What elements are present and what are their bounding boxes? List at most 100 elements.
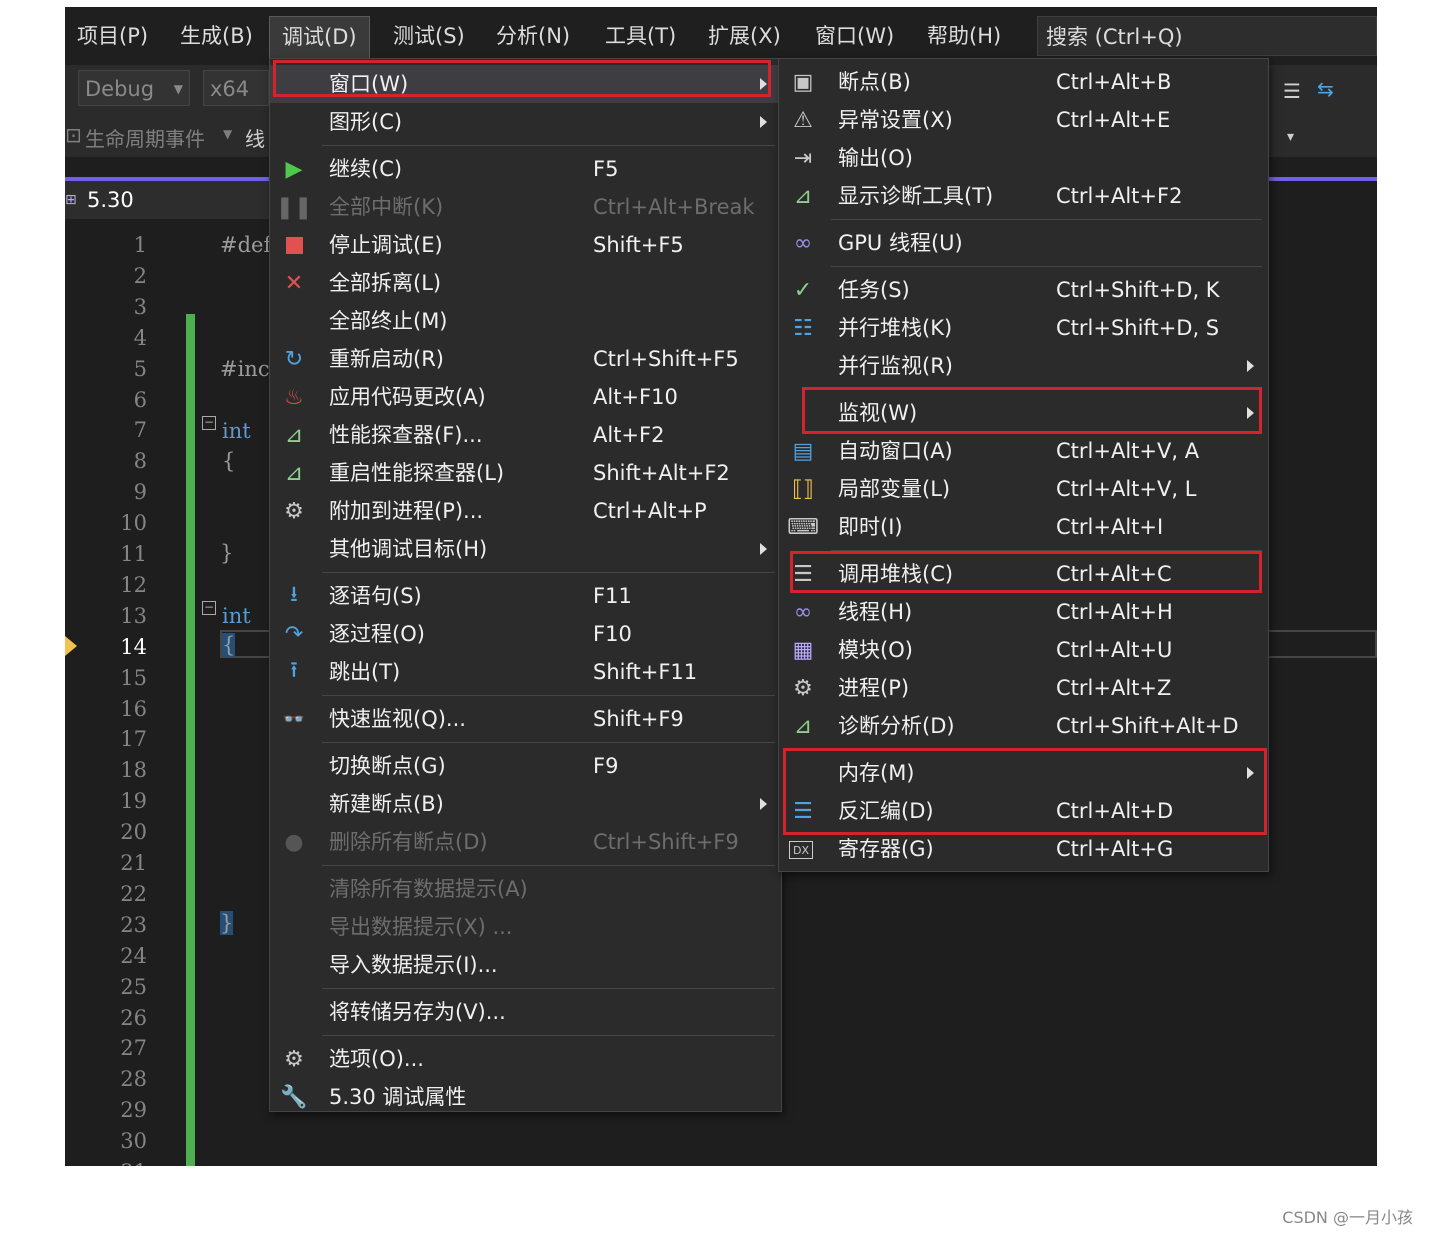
debug-menu-item[interactable]: 导出数据提示(X) ... xyxy=(270,908,781,946)
line-number: 13 xyxy=(120,603,147,628)
debug-menu-item[interactable]: ⊿ 性能探查器(F)... Alt+F2 xyxy=(270,416,781,454)
menu-item-label: 监视(W) xyxy=(838,401,918,425)
window-menu-item[interactable]: ⌨ 即时(I) Ctrl+Alt+I xyxy=(779,508,1268,546)
menu-item-label: 应用代码更改(A) xyxy=(329,385,486,409)
debug-menu-item[interactable]: ▶ 继续(C) F5 xyxy=(270,150,781,188)
debug-menu-item[interactable]: ⭳ 逐语句(S) F11 xyxy=(270,577,781,615)
line-number: 14 xyxy=(120,634,147,659)
outdent-icon[interactable]: ⇆ xyxy=(1317,77,1334,101)
project-icon: ⊞ xyxy=(65,192,77,208)
debug-menu-item[interactable]: ↷ 逐过程(O) F10 xyxy=(270,615,781,653)
debug-menu-item[interactable]: ⚙ 附加到进程(P)... Ctrl+Alt+P xyxy=(270,492,781,530)
debug-menu-item[interactable]: ⭱ 跳出(T) Shift+F11 xyxy=(270,653,781,691)
overflow-icon[interactable]: ▾ xyxy=(1287,129,1294,145)
menu-item-label: 逐过程(O) xyxy=(329,622,425,646)
lifecycle-dropdown[interactable]: 生命周期事件 xyxy=(85,123,205,152)
indent-icon[interactable]: ☰ xyxy=(1283,79,1301,103)
window-menu-item[interactable]: ☰ 反汇编(D) Ctrl+Alt+D xyxy=(779,792,1268,830)
menu-test[interactable]: 测试(S) xyxy=(393,16,465,56)
window-menu-item[interactable]: ∞ GPU 线程(U) xyxy=(779,224,1268,262)
window-menu-item[interactable]: ✓ 任务(S) Ctrl+Shift+D, K xyxy=(779,271,1268,309)
menu-item-label: 全部中断(K) xyxy=(329,195,444,219)
menu-tools[interactable]: 工具(T) xyxy=(605,16,676,56)
search-box[interactable]: 搜索 (Ctrl+Q) xyxy=(1037,16,1377,56)
line-number: 6 xyxy=(133,387,147,412)
debug-menu-item[interactable]: 图形(C) xyxy=(270,103,781,141)
line-number: 22 xyxy=(120,881,147,906)
window-menu-item[interactable]: ⚠ 异常设置(X) Ctrl+Alt+E xyxy=(779,101,1268,139)
platform-dropdown[interactable]: x64 xyxy=(203,70,269,106)
code-line-23: } xyxy=(220,911,234,935)
line-number: 4 xyxy=(133,325,147,350)
debug-menu-item[interactable]: 👓 快速监视(Q)... Shift+F9 xyxy=(270,700,781,738)
menu-item-label: 任务(S) xyxy=(838,278,910,302)
menu-item-label: 进程(P) xyxy=(838,676,910,700)
debug-menu-item[interactable]: 切换断点(G) F9 xyxy=(270,747,781,785)
menu-item-shortcut: Alt+F2 xyxy=(593,423,665,447)
document-tab[interactable]: ⊞ 5.30 xyxy=(65,181,275,219)
thread-dropdown[interactable]: 线 xyxy=(245,123,265,152)
menu-window[interactable]: 窗口(W) xyxy=(815,16,894,56)
menu-item-label: 导入数据提示(I)... xyxy=(329,953,498,977)
debug-menu-item[interactable]: 窗口(W) xyxy=(270,65,781,103)
debug-menu-item[interactable]: 其他调试目标(H) xyxy=(270,530,781,568)
close-icon: ✕ xyxy=(284,270,304,296)
execution-pointer-icon xyxy=(65,636,77,656)
window-menu-item[interactable]: ∞ 线程(H) Ctrl+Alt+H xyxy=(779,593,1268,631)
window-menu-item[interactable]: ▦ 模块(O) Ctrl+Alt+U xyxy=(779,631,1268,669)
config-dropdown[interactable]: Debug ▼ xyxy=(78,70,190,106)
window-menu-item[interactable]: ⟦⟧ 局部变量(L) Ctrl+Alt+V, L xyxy=(779,470,1268,508)
debug-menu-item[interactable]: 全部终止(M) xyxy=(270,302,781,340)
window-menu-item[interactable]: ⚙ 进程(P) Ctrl+Alt+Z xyxy=(779,669,1268,707)
debug-menu-item[interactable]: 🔧 5.30 调试属性 xyxy=(270,1078,781,1116)
menu-item-shortcut: F5 xyxy=(593,157,619,181)
gears-icon: ⚙ xyxy=(793,675,813,701)
fold-toggle[interactable]: − xyxy=(202,601,216,615)
menu-item-label: 停止调试(E) xyxy=(329,233,443,257)
menu-item-shortcut: Ctrl+Alt+B xyxy=(1056,70,1172,94)
menu-project[interactable]: 项目(P) xyxy=(77,16,148,56)
menu-help[interactable]: 帮助(H) xyxy=(927,16,1001,56)
debug-menu-item[interactable]: ❚❚ 全部中断(K) Ctrl+Alt+Break xyxy=(270,188,781,226)
debug-menu-item[interactable]: 停止调试(E) Shift+F5 xyxy=(270,226,781,264)
debug-menu-item[interactable]: ♨ 应用代码更改(A) Alt+F10 xyxy=(270,378,781,416)
menu-item-shortcut: Ctrl+Alt+U xyxy=(1056,638,1173,662)
menu-extensions[interactable]: 扩展(X) xyxy=(708,16,781,56)
fold-toggle[interactable]: − xyxy=(202,416,216,430)
debug-menu-item[interactable]: ⚙ 选项(O)... xyxy=(270,1040,781,1078)
code-line-1: #def xyxy=(220,233,272,257)
menu-item-shortcut: Alt+F10 xyxy=(593,385,678,409)
debug-menu-item[interactable]: ● 删除所有断点(D) Ctrl+Shift+F9 xyxy=(270,823,781,861)
play-icon: ▶ xyxy=(285,156,303,182)
window-menu-item[interactable]: ▤ 自动窗口(A) Ctrl+Alt+V, A xyxy=(779,432,1268,470)
debug-menu-item[interactable]: ↻ 重新启动(R) Ctrl+Shift+F5 xyxy=(270,340,781,378)
menu-item-label: 将转储另存为(V)... xyxy=(329,1000,506,1024)
window-menu-item[interactable]: ⊿ 诊断分析(D) Ctrl+Shift+Alt+D xyxy=(779,707,1268,745)
debug-menu-item[interactable]: 新建断点(B) xyxy=(270,785,781,823)
window-menu-item[interactable]: ☷ 并行堆栈(K) Ctrl+Shift+D, S xyxy=(779,309,1268,347)
window-menu-item[interactable]: DX 寄存器(G) Ctrl+Alt+G xyxy=(779,830,1268,868)
window-menu-item[interactable]: ⇥ 输出(O) xyxy=(779,139,1268,177)
debug-menu-item[interactable]: 导入数据提示(I)... xyxy=(270,946,781,984)
line-number: 8 xyxy=(133,449,147,474)
debug-menu-item[interactable]: ✕ 全部拆离(L) xyxy=(270,264,781,302)
window-menu-item[interactable]: ☰ 调用堆栈(C) Ctrl+Alt+C xyxy=(779,555,1268,593)
debug-menu-item[interactable]: 清除所有数据提示(A) xyxy=(270,870,781,908)
window-menu-item[interactable]: 监视(W) xyxy=(779,394,1268,432)
code-line-13: int xyxy=(222,604,251,628)
menu-build[interactable]: 生成(B) xyxy=(180,16,253,56)
submenu-arrow-icon xyxy=(760,78,767,90)
menu-analyze[interactable]: 分析(N) xyxy=(496,16,570,56)
window-menu-item[interactable]: 内存(M) xyxy=(779,754,1268,792)
window-menu-item[interactable]: 并行监视(R) xyxy=(779,347,1268,385)
chevron-down-icon: ▼ xyxy=(173,82,183,96)
menu-item-label: GPU 线程(U) xyxy=(838,231,963,255)
debug-menu-item[interactable]: 将转储另存为(V)... xyxy=(270,993,781,1031)
watermark: CSDN @一月小孩 xyxy=(1282,1208,1413,1227)
line-number: 24 xyxy=(120,943,147,968)
menu-item-shortcut: Ctrl+Alt+F2 xyxy=(1056,184,1183,208)
menu-item-shortcut: Shift+F9 xyxy=(593,707,684,731)
window-menu-item[interactable]: ⊿ 显示诊断工具(T) Ctrl+Alt+F2 xyxy=(779,177,1268,215)
debug-menu-item[interactable]: ⊿ 重启性能探查器(L) Shift+Alt+F2 xyxy=(270,454,781,492)
window-menu-item[interactable]: ▣ 断点(B) Ctrl+Alt+B xyxy=(779,63,1268,101)
